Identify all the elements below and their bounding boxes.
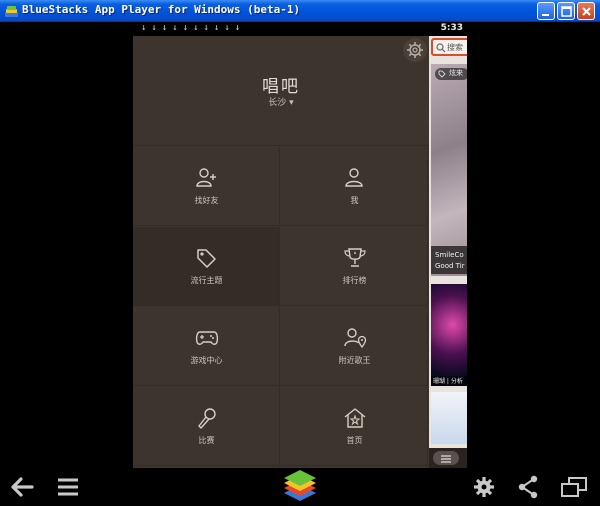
search-placeholder: 搜索 [447,43,463,52]
menu-label: 找好友 [194,196,219,205]
search-bar[interactable]: 搜索 [431,38,467,56]
tag-icon [197,249,216,268]
menu-rankings[interactable]: 排行榜 [281,227,428,306]
search-icon [436,43,446,53]
nearby-user-icon [344,328,367,349]
minimize-icon [542,14,549,16]
menu-home[interactable]: 首页 [281,387,428,466]
back-arrow-icon[interactable] [8,474,36,500]
drawer-menu-grid: 找好友 我 流行主题 排行榜 游戏中心 附近歌王 比赛 首页 [133,147,429,468]
topic-tag-label: 炫来 [449,69,463,77]
close-icon [582,7,591,16]
bluestacks-app-icon [5,6,18,17]
menu-label: 排行榜 [342,276,367,285]
status-clock: 5:33 [440,23,463,33]
menu-icon[interactable] [56,476,80,498]
gear-icon[interactable] [472,475,496,499]
maximize-icon [561,6,572,17]
status-bar: ↓↓↓↓↓↓↓↓↓↓ 5:33 [133,22,467,36]
menu-label: 比赛 [198,436,215,445]
android-screen: ↓↓↓↓↓↓↓↓↓↓ 5:33 唱吧 长沙 ▾ 找好友 我 流行主题 排行榜 游… [0,22,600,506]
gear-icon [407,42,423,58]
caption-line-2: Good Tir [435,262,465,270]
menu-label: 流行主题 [190,276,223,285]
fullscreen-toggle-icon[interactable] [560,476,588,498]
app-brand: 唱吧 [262,77,300,97]
menu-contest[interactable]: 比赛 [133,387,280,466]
topic-tag[interactable]: 炫来 [435,68,467,80]
menu-label: 我 [350,196,359,205]
maximize-button[interactable] [557,2,575,20]
gamepad-icon [195,331,219,345]
user-icon [345,168,363,187]
menu-me[interactable]: 我 [281,147,428,226]
home-icon [344,408,366,428]
menu-game-center[interactable]: 游戏中心 [133,307,280,386]
peek-bottom-bar [429,448,467,468]
featured-caption: SmileCo Good Tir [431,246,467,274]
city-selector[interactable]: 长沙 ▾ [133,95,429,108]
content-card-caption: 珊瑚 | 分析 [431,376,467,386]
add-user-icon [196,168,216,187]
menu-popular-topics[interactable]: 流行主题 [133,227,280,306]
menu-nearby-singers[interactable]: 附近歌王 [281,307,428,386]
menu-find-friends[interactable]: 找好友 [133,147,280,226]
window-title: BlueStacks App Player for Windows (beta-… [22,3,301,16]
caption-line-1: SmileCo [435,251,464,259]
microphone-icon [198,408,216,429]
share-icon[interactable] [517,475,539,499]
bluestacks-logo-icon[interactable] [281,469,319,503]
menu-label: 首页 [346,436,363,445]
menu-icon [441,455,451,463]
content-card[interactable] [431,392,467,444]
drawer-header: 唱吧 长沙 ▾ [133,36,429,146]
trophy-icon [344,248,366,267]
menu-label: 游戏中心 [190,356,223,365]
menu-button[interactable] [433,451,459,465]
tag-icon [438,70,446,78]
download-notification-icons: ↓↓↓↓↓↓↓↓↓↓ [141,23,246,33]
main-content-peek[interactable]: 搜索 炫来 SmileCo Good Tir 珊瑚 | 分析 [429,36,467,468]
close-button[interactable] [577,2,595,20]
window-titlebar[interactable]: BlueStacks App Player for Windows (beta-… [0,0,600,22]
minimize-button[interactable] [537,2,555,20]
menu-label: 附近歌王 [338,356,371,365]
content-card[interactable]: 珊瑚 | 分析 [431,284,467,386]
bluestacks-bottom-bar [0,468,600,506]
navigation-drawer: 唱吧 长沙 ▾ 找好友 我 流行主题 排行榜 游戏中心 附近歌王 比赛 首页 [133,36,429,468]
featured-card[interactable]: 炫来 [431,64,467,276]
settings-button[interactable] [403,38,427,62]
